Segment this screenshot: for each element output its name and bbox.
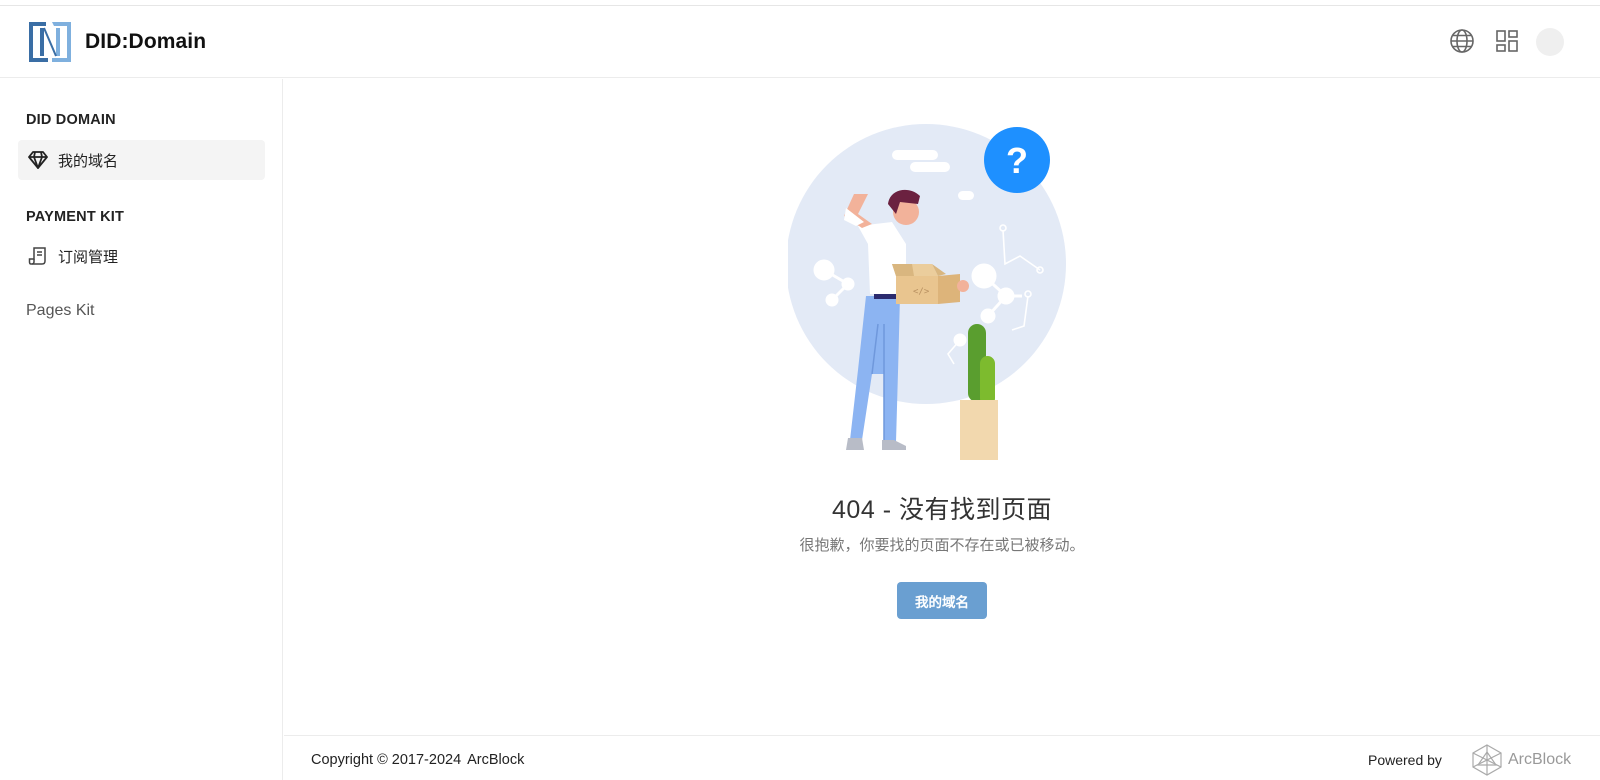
powered-by-label: Powered by xyxy=(1368,752,1442,768)
sidebar-item-subscriptions[interactable]: 订阅管理 xyxy=(18,236,265,276)
globe-icon[interactable] xyxy=(1447,26,1477,56)
svg-text:</>: </> xyxy=(913,287,930,297)
copyright-label: Copyright © 2017-2024 xyxy=(311,752,462,768)
gem-icon xyxy=(27,149,49,171)
arcblock-logo-icon[interactable] xyxy=(1472,744,1502,776)
section-title-did-domain: DID DOMAIN xyxy=(26,112,116,128)
receipt-icon xyxy=(27,245,49,267)
svg-text:?: ? xyxy=(1006,140,1028,181)
apps-grid-icon[interactable] xyxy=(1492,26,1522,56)
copyright-company-link[interactable]: ArcBlock xyxy=(467,752,524,768)
app-header: DID:Domain xyxy=(0,6,1600,78)
not-found-illustration: ? </> xyxy=(788,124,1066,460)
error-title: 404 - 没有找到页面 xyxy=(832,496,1052,524)
section-title-payment-kit: PAYMENT KIT xyxy=(26,209,125,225)
did-domain-logo[interactable] xyxy=(26,18,74,66)
arcblock-brand-link[interactable]: ArcBlock xyxy=(1508,751,1571,769)
app-title: DID:Domain xyxy=(85,30,207,53)
footer: Copyright © 2017-2024 ArcBlock Powered by… xyxy=(284,735,1600,780)
my-domains-button[interactable]: 我的域名 xyxy=(897,582,987,619)
sidebar-item-label: 订阅管理 xyxy=(58,248,119,266)
main-content: ? </> 404 - 没有找到页面 很抱歉，你要找的页面不存在或已被移动。 我… xyxy=(284,79,1600,735)
sidebar-item-label: 我的域名 xyxy=(58,152,119,170)
sidebar-link-pages-kit[interactable]: Pages Kit xyxy=(26,302,94,320)
avatar[interactable] xyxy=(1536,28,1564,56)
copyright-text: Copyright © 2017-2024 ArcBlock xyxy=(311,752,530,768)
sidebar: DID DOMAIN 我的域名 PAYMENT KIT 订阅管理 Pages K… xyxy=(0,79,283,780)
error-description: 很抱歉，你要找的页面不存在或已被移动。 xyxy=(799,537,1085,554)
sidebar-item-my-domains[interactable]: 我的域名 xyxy=(18,140,265,180)
